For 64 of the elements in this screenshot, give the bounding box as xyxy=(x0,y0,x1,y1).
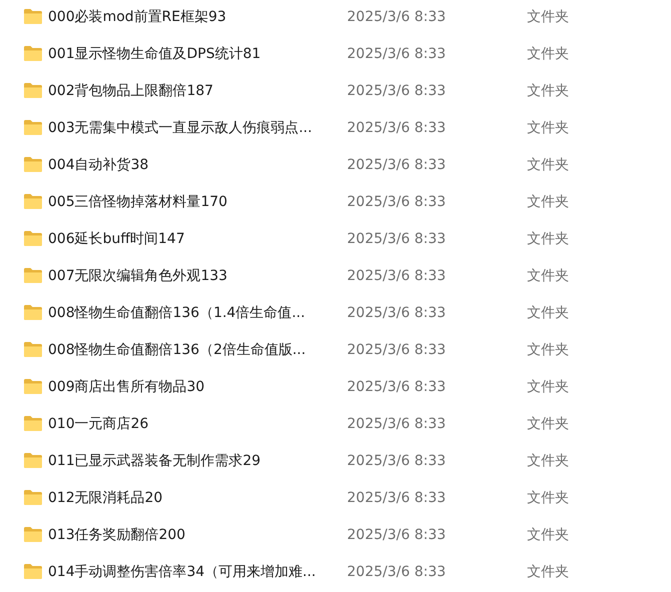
modified-date: 2025/3/6 8:33 xyxy=(347,342,447,358)
file-type: 文件夹 xyxy=(527,414,569,432)
folder-name[interactable]: 003无需集中模式一直显示敌人伤痕弱点... xyxy=(48,118,312,136)
file-type: 文件夹 xyxy=(527,82,569,100)
folder-name[interactable]: 000必装mod前置RE框架93 xyxy=(48,8,226,26)
folder-name[interactable]: 007无限次编辑角色外观133 xyxy=(48,266,228,284)
modified-date: 2025/3/6 8:33 xyxy=(347,490,447,506)
folder-name[interactable]: 009商店出售所有物品30 xyxy=(48,378,205,396)
folder-name[interactable]: 011已显示武器装备无制作需求29 xyxy=(48,452,261,470)
folder-icon xyxy=(24,305,42,320)
file-type: 文件夹 xyxy=(527,304,569,322)
file-type: 文件夹 xyxy=(527,230,569,248)
file-type: 文件夹 xyxy=(527,44,569,62)
folder-icon xyxy=(24,379,42,394)
file-type: 文件夹 xyxy=(527,266,569,284)
modified-date: 2025/3/6 8:33 xyxy=(347,526,447,542)
file-type: 文件夹 xyxy=(527,488,569,506)
folder-icon xyxy=(24,416,42,431)
folder-icon xyxy=(24,527,42,542)
folder-icon xyxy=(24,157,42,172)
folder-icon xyxy=(24,83,42,98)
file-type: 文件夹 xyxy=(527,562,569,580)
modified-date: 2025/3/6 8:33 xyxy=(347,156,447,172)
folder-icon xyxy=(24,453,42,468)
file-type: 文件夹 xyxy=(527,118,569,136)
folder-icon xyxy=(24,9,42,24)
modified-date: 2025/3/6 8:33 xyxy=(347,194,447,210)
folder-icon xyxy=(24,268,42,283)
file-type: 文件夹 xyxy=(527,526,569,544)
modified-date: 2025/3/6 8:33 xyxy=(347,378,447,394)
modified-date: 2025/3/6 8:33 xyxy=(347,564,447,580)
folder-icon xyxy=(24,46,42,61)
file-type: 文件夹 xyxy=(527,192,569,210)
folder-icon xyxy=(24,342,42,357)
folder-icon xyxy=(24,120,42,135)
folder-name[interactable]: 008怪物生命值翻倍136（1.4倍生命值... xyxy=(48,304,306,322)
modified-date: 2025/3/6 8:33 xyxy=(347,452,447,468)
folder-icon xyxy=(24,231,42,246)
folder-name[interactable]: 006延长buff时间147 xyxy=(48,230,185,248)
file-type: 文件夹 xyxy=(527,156,569,174)
folder-name[interactable]: 014手动调整伤害倍率34（可用来增加难... xyxy=(48,562,316,580)
modified-date: 2025/3/6 8:33 xyxy=(347,46,447,62)
file-type: 文件夹 xyxy=(527,340,569,358)
modified-date: 2025/3/6 8:33 xyxy=(347,120,447,136)
folder-name[interactable]: 001显示怪物生命值及DPS统计81 xyxy=(48,44,261,62)
folder-icon xyxy=(24,490,42,505)
modified-date: 2025/3/6 8:33 xyxy=(347,82,447,98)
folder-name[interactable]: 013任务奖励翻倍200 xyxy=(48,526,186,544)
folder-name[interactable]: 005三倍怪物掉落材料量170 xyxy=(48,192,228,210)
file-type: 文件夹 xyxy=(527,8,569,26)
folder-name[interactable]: 010一元商店26 xyxy=(48,414,149,432)
file-type: 文件夹 xyxy=(527,378,569,396)
folder-icon xyxy=(24,564,42,579)
modified-date: 2025/3/6 8:33 xyxy=(347,416,447,432)
modified-date: 2025/3/6 8:33 xyxy=(347,8,447,24)
folder-name[interactable]: 008怪物生命值翻倍136（2倍生命值版... xyxy=(48,340,306,358)
modified-date: 2025/3/6 8:33 xyxy=(347,230,447,246)
modified-date: 2025/3/6 8:33 xyxy=(347,268,447,284)
modified-date: 2025/3/6 8:33 xyxy=(347,304,447,320)
file-type: 文件夹 xyxy=(527,452,569,470)
folder-name[interactable]: 004自动补货38 xyxy=(48,156,149,174)
folder-icon xyxy=(24,194,42,209)
folder-name[interactable]: 012无限消耗品20 xyxy=(48,488,163,506)
folder-name[interactable]: 002背包物品上限翻倍187 xyxy=(48,82,214,100)
